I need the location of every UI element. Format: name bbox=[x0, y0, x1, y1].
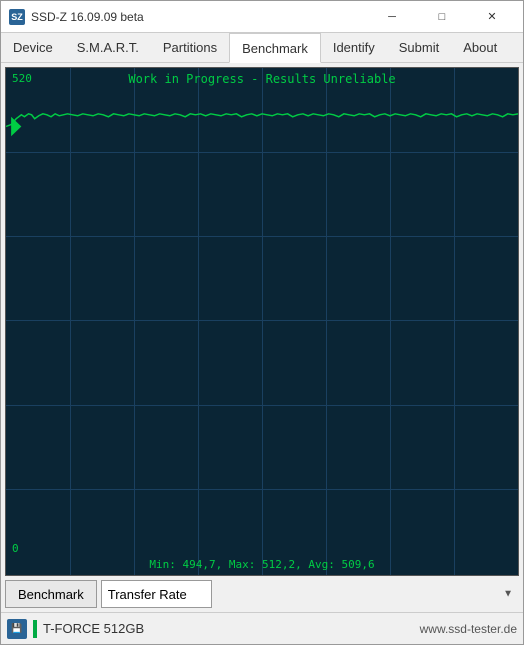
menu-device[interactable]: Device bbox=[1, 33, 65, 62]
benchmark-chart: 520 Work in Progress - Results Unreliabl… bbox=[5, 67, 519, 576]
menu-smart[interactable]: S.M.A.R.T. bbox=[65, 33, 151, 62]
select-wrapper: Transfer Rate Access Time IOPS ▼ bbox=[101, 580, 519, 608]
window-title: SSD-Z 16.09.09 beta bbox=[31, 10, 369, 24]
menu-submit[interactable]: Submit bbox=[387, 33, 451, 62]
metric-select[interactable]: Transfer Rate Access Time IOPS bbox=[101, 580, 212, 608]
drive-icon: 💾 bbox=[7, 619, 27, 639]
menu-about[interactable]: About bbox=[451, 33, 509, 62]
chart-y-min: 0 bbox=[12, 542, 19, 555]
chart-line bbox=[6, 114, 518, 127]
app-icon: SZ bbox=[9, 9, 25, 25]
menu-bar: Device S.M.A.R.T. Partitions Benchmark I… bbox=[1, 33, 523, 63]
chart-warning: Work in Progress - Results Unreliable bbox=[6, 72, 518, 86]
minimize-button[interactable]: ─ bbox=[369, 6, 415, 28]
menu-identify[interactable]: Identify bbox=[321, 33, 387, 62]
main-window: SZ SSD-Z 16.09.09 beta ─ □ ✕ Device S.M.… bbox=[0, 0, 524, 645]
chart-stats: Min: 494,7, Max: 512,2, Avg: 509,6 bbox=[6, 558, 518, 571]
status-drive: T-FORCE 512GB bbox=[33, 620, 414, 638]
toolbar: Benchmark Transfer Rate Access Time IOPS… bbox=[5, 580, 519, 608]
close-button[interactable]: ✕ bbox=[469, 6, 515, 28]
menu-partitions[interactable]: Partitions bbox=[151, 33, 229, 62]
main-content: 520 Work in Progress - Results Unreliabl… bbox=[1, 63, 523, 612]
chart-svg bbox=[6, 68, 518, 575]
benchmark-button[interactable]: Benchmark bbox=[5, 580, 97, 608]
title-bar: SZ SSD-Z 16.09.09 beta ─ □ ✕ bbox=[1, 1, 523, 33]
chevron-down-icon: ▼ bbox=[503, 589, 513, 600]
website-label: www.ssd-tester.de bbox=[420, 622, 517, 636]
window-controls: ─ □ ✕ bbox=[369, 6, 515, 28]
drive-name: T-FORCE 512GB bbox=[43, 621, 144, 636]
maximize-button[interactable]: □ bbox=[419, 6, 465, 28]
menu-benchmark[interactable]: Benchmark bbox=[229, 33, 321, 63]
status-bar: 💾 T-FORCE 512GB www.ssd-tester.de bbox=[1, 612, 523, 644]
drive-status-indicator bbox=[33, 620, 37, 638]
